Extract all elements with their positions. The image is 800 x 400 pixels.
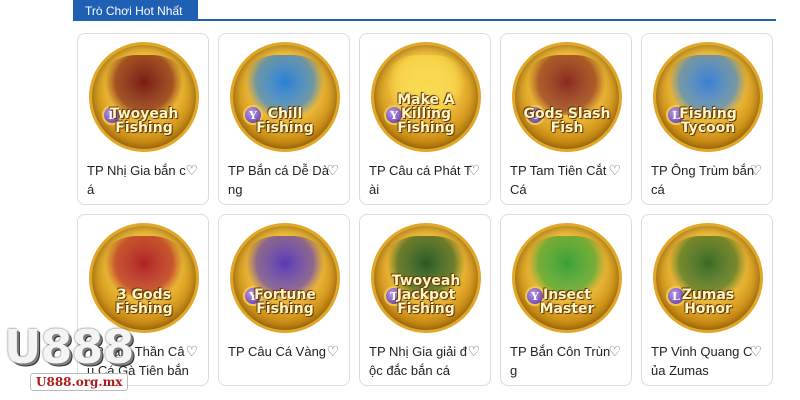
watermark-url: U888.org.mx — [30, 373, 129, 391]
game-title[interactable]: TP Ông Trùm bắn cá — [651, 161, 755, 199]
game-card[interactable]: L Fishing Tycoon TP Ông Trùm bắn cá ♡ — [641, 33, 773, 205]
favorite-heart-icon[interactable]: ♡ — [185, 162, 198, 178]
game-thumbnail[interactable]: 3 Gods Fishing — [89, 223, 199, 333]
game-title[interactable]: TP Câu cá Phát Tài — [369, 161, 473, 199]
game-logo: Twoyeah Fishing — [109, 106, 179, 136]
favorite-heart-icon[interactable]: ♡ — [749, 343, 762, 359]
favorite-heart-icon[interactable]: ♡ — [326, 343, 339, 359]
game-logo: Chill Fishing — [256, 106, 314, 136]
section-title: Trò Chơi Hot Nhất — [85, 3, 183, 18]
game-card[interactable]: L Zumas Honor TP Vinh Quang Của Zumas ♡ — [641, 214, 773, 386]
watermark-brand: U888 — [4, 320, 134, 374]
brand-watermark: U888 U888.org.mx — [0, 322, 150, 400]
game-card[interactable]: Y Make A Killing Fishing TP Câu cá Phát … — [359, 33, 491, 205]
game-thumbnail[interactable]: L Twoyeah Fishing — [89, 42, 199, 152]
game-card[interactable]: D Gods Slash Fish TP Tam Tiên Cắt Cá ♡ — [500, 33, 632, 205]
game-title[interactable]: TP Câu Cá Vàng — [228, 342, 332, 361]
game-thumbnail[interactable]: L Zumas Honor — [653, 223, 763, 333]
game-card[interactable]: Y Fortune Fishing TP Câu Cá Vàng ♡ — [218, 214, 350, 386]
game-thumbnail[interactable]: L Fishing Tycoon — [653, 42, 763, 152]
favorite-heart-icon[interactable]: ♡ — [185, 343, 198, 359]
section-divider — [73, 19, 776, 21]
game-logo: Fortune Fishing — [254, 287, 316, 317]
game-card[interactable]: Y Insect Master TP Bắn Côn Trùng ♡ — [500, 214, 632, 386]
game-title[interactable]: TP Nhị Gia giải độc đắc bắn cá — [369, 342, 473, 380]
game-logo: Make A Killing Fishing — [397, 92, 455, 136]
game-thumbnail[interactable]: Y Chill Fishing — [230, 42, 340, 152]
favorite-heart-icon[interactable]: ♡ — [749, 162, 762, 178]
game-title[interactable]: TP Bắn cá Dễ Dàng — [228, 161, 332, 199]
game-grid: L Twoyeah Fishing TP Nhị Gia bắn cá ♡ Y … — [77, 33, 773, 386]
game-thumbnail[interactable]: Y Make A Killing Fishing — [371, 42, 481, 152]
game-title[interactable]: TP Bắn Côn Trùng — [510, 342, 614, 380]
game-thumbnail[interactable]: D Gods Slash Fish — [512, 42, 622, 152]
game-title[interactable]: TP Vinh Quang Của Zumas — [651, 342, 755, 380]
game-logo: Fishing Tycoon — [679, 106, 737, 136]
favorite-heart-icon[interactable]: ♡ — [608, 343, 621, 359]
game-logo: Twoyeah Jackpot Fishing — [391, 273, 461, 317]
favorite-heart-icon[interactable]: ♡ — [467, 343, 480, 359]
game-card[interactable]: T Twoyeah Jackpot Fishing TP Nhị Gia giả… — [359, 214, 491, 386]
game-logo: Insect Master — [539, 287, 595, 317]
game-logo: Zumas Honor — [681, 287, 735, 317]
game-logo: 3 Gods Fishing — [115, 287, 173, 317]
game-card[interactable]: Y Chill Fishing TP Bắn cá Dễ Dàng ♡ — [218, 33, 350, 205]
game-thumbnail[interactable]: Y Insect Master — [512, 223, 622, 333]
section-title-tab[interactable]: Trò Chơi Hot Nhất — [73, 0, 198, 21]
game-title[interactable]: TP Nhị Gia bắn cá — [87, 161, 191, 199]
game-thumbnail[interactable]: T Twoyeah Jackpot Fishing — [371, 223, 481, 333]
game-card[interactable]: L Twoyeah Fishing TP Nhị Gia bắn cá ♡ — [77, 33, 209, 205]
favorite-heart-icon[interactable]: ♡ — [467, 162, 480, 178]
favorite-heart-icon[interactable]: ♡ — [326, 162, 339, 178]
game-thumbnail[interactable]: Y Fortune Fishing — [230, 223, 340, 333]
favorite-heart-icon[interactable]: ♡ — [608, 162, 621, 178]
game-title[interactable]: TP Tam Tiên Cắt Cá — [510, 161, 614, 199]
game-logo: Gods Slash Fish — [523, 106, 611, 136]
